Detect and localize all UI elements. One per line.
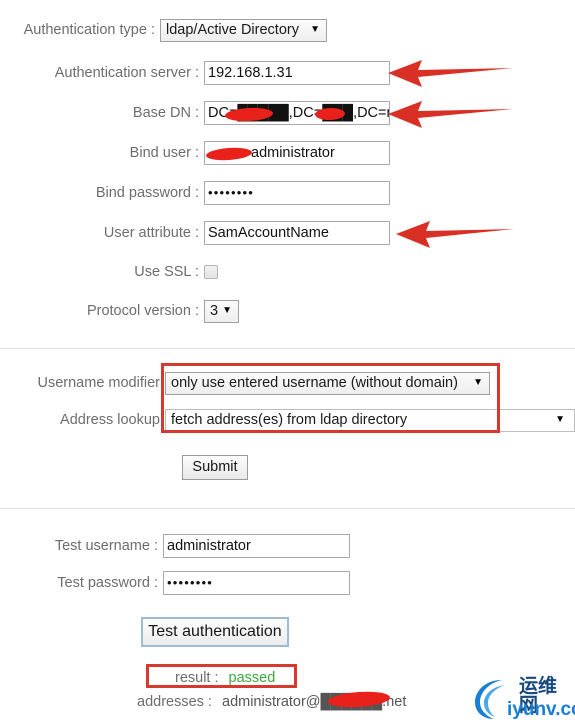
label-result: result :	[175, 670, 219, 686]
label-bind-user: Bind user :	[129, 144, 199, 161]
label-user-attribute: User attribute :	[103, 224, 199, 241]
row-user-attribute: User attribute : SamAccountName	[45, 221, 390, 245]
annotation-arrow-user-attribute	[396, 221, 514, 248]
result-row: result : passed	[175, 671, 275, 686]
status-badge-result: passed	[228, 670, 276, 686]
submit-button[interactable]: Submit	[182, 455, 248, 480]
annotation-arrow-authentication-server	[388, 60, 513, 87]
label-username-modifier: Username modifier	[37, 374, 161, 391]
input-authentication-server[interactable]: 192.168.1.31	[204, 61, 390, 85]
label-authentication-type: Authentication type :	[23, 21, 155, 38]
row-authentication-type: Authentication type : ldap/Active Direct…	[18, 18, 327, 42]
row-test-username: Test username : administrator	[50, 534, 350, 558]
select-address-lookup[interactable]: fetch address(es) from ldap directory ▼	[165, 408, 575, 432]
select-authentication-type[interactable]: ldap/Active Directory ▼	[160, 18, 327, 42]
section-divider-1	[0, 348, 575, 349]
logo-text-en: iyunv.com	[507, 699, 575, 720]
input-user-attribute[interactable]: SamAccountName	[204, 221, 390, 245]
row-test-password: Test password : ••••••••	[50, 571, 350, 595]
input-test-password[interactable]: ••••••••	[163, 571, 350, 595]
select-username-modifier-value: only use entered username (without domai…	[171, 374, 458, 391]
annotation-arrow-base-dn	[388, 101, 513, 128]
label-authentication-server: Authentication server :	[54, 64, 199, 81]
row-address-lookup: Address lookup fetch address(es) from ld…	[20, 408, 575, 432]
section-divider-2	[0, 508, 575, 509]
label-address-lookup: Address lookup	[60, 411, 160, 428]
chevron-down-icon: ▼	[222, 305, 232, 316]
row-authentication-server: Authentication server : 192.168.1.31	[45, 61, 390, 85]
select-protocol-version[interactable]: 3 ▼	[204, 299, 239, 323]
select-authentication-type-value: ldap/Active Directory	[166, 21, 299, 38]
label-test-username: Test username :	[54, 537, 158, 554]
row-username-modifier: Username modifier only use entered usern…	[20, 371, 490, 395]
row-bind-password: Bind password : ••••••••	[45, 181, 390, 205]
label-test-password: Test password :	[57, 574, 158, 591]
input-test-username[interactable]: administrator	[163, 534, 350, 558]
label-use-ssl: Use SSL :	[134, 263, 199, 280]
label-addresses: addresses :	[137, 694, 212, 710]
label-protocol-version: Protocol version :	[86, 302, 199, 319]
select-username-modifier[interactable]: only use entered username (without domai…	[165, 371, 490, 395]
input-bind-password[interactable]: ••••••••	[204, 181, 390, 205]
select-address-lookup-value: fetch address(es) from ldap directory	[171, 411, 408, 428]
chevron-down-icon: ▼	[310, 24, 320, 35]
row-use-ssl: Use SSL :	[45, 260, 218, 284]
chevron-down-icon: ▼	[555, 414, 565, 425]
select-protocol-version-value: 3	[210, 302, 219, 319]
label-base-dn: Base DN :	[132, 104, 199, 121]
watermark-logo: 运维网 iyunv.com	[472, 676, 575, 722]
test-authentication-button[interactable]: Test authentication	[141, 617, 289, 647]
label-bind-password: Bind password :	[95, 184, 199, 201]
row-protocol-version: Protocol version : 3 ▼	[45, 299, 239, 323]
ldap-authentication-settings-page: Authentication type : ldap/Active Direct…	[0, 0, 575, 728]
checkbox-use-ssl[interactable]	[204, 265, 218, 279]
chevron-down-icon: ▼	[473, 377, 483, 388]
